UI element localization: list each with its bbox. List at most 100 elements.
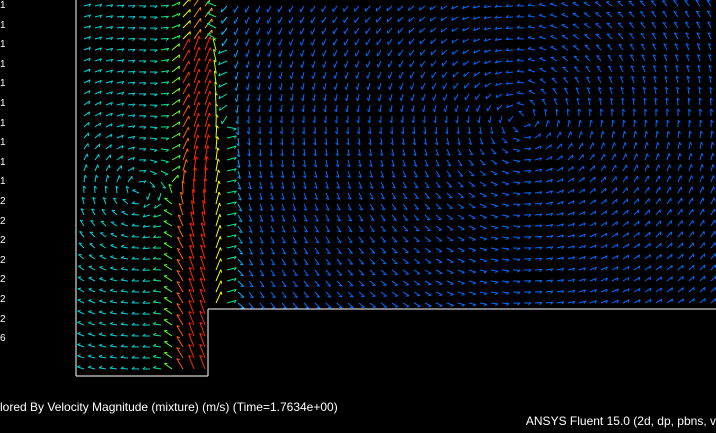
velocity-vector — [366, 60, 371, 68]
velocity-vector — [110, 323, 118, 326]
velocity-vector-head — [453, 97, 456, 101]
velocity-vector — [655, 175, 660, 183]
velocity-vector — [365, 27, 371, 35]
velocity-vector — [116, 175, 120, 183]
velocity-vector-head — [570, 131, 573, 135]
velocity-vector — [435, 280, 443, 285]
velocity-vector — [655, 142, 659, 150]
velocity-vector-head — [233, 31, 236, 35]
velocity-vector-head — [505, 172, 509, 175]
velocity-vector — [528, 80, 536, 84]
velocity-vector-head — [234, 98, 238, 102]
velocity-vector-head — [494, 184, 498, 187]
velocity-vector — [399, 71, 404, 79]
velocity-vector-head — [658, 175, 661, 179]
velocity-vector-head — [550, 144, 552, 148]
velocity-vector-head — [690, 153, 693, 157]
velocity-vector — [376, 16, 382, 23]
velocity-vector — [110, 345, 118, 348]
velocity-vector-head — [712, 164, 715, 168]
velocity-vector-head — [483, 271, 488, 274]
velocity-vector — [221, 27, 228, 35]
velocity-vector-head — [583, 1, 588, 4]
velocity-vector-head — [99, 288, 103, 291]
velocity-vector — [688, 175, 693, 183]
velocity-vector — [302, 93, 305, 101]
velocity-vector-head — [338, 274, 342, 276]
velocity-vector — [666, 153, 670, 161]
velocity-vector-head — [88, 265, 93, 268]
velocity-vector — [176, 237, 184, 249]
velocity-vector-head — [442, 85, 445, 90]
velocity-vector-head — [209, 36, 212, 40]
velocity-vector — [457, 291, 465, 295]
velocity-vector — [655, 197, 661, 205]
velocity-vector — [182, 104, 190, 117]
velocity-vector-head — [603, 153, 606, 158]
velocity-vector-head — [691, 186, 694, 190]
velocity-vector-head — [563, 77, 567, 79]
velocity-vector — [435, 236, 443, 242]
velocity-vector — [443, 82, 448, 90]
velocity-vector — [355, 49, 360, 57]
velocity-vector — [163, 231, 173, 238]
velocity-vector-head — [638, 243, 640, 247]
velocity-vector-head — [110, 266, 114, 269]
velocity-vector — [257, 60, 261, 68]
velocity-vector — [88, 355, 96, 359]
velocity-vector-head — [438, 261, 443, 264]
velocity-vector — [710, 253, 716, 260]
velocity-vector — [163, 220, 173, 227]
velocity-vector-head — [472, 249, 476, 252]
velocity-vector — [413, 225, 420, 232]
velocity-vector — [99, 345, 107, 348]
velocity-vector — [88, 254, 96, 260]
velocity-vector-head — [408, 7, 410, 11]
velocity-vector — [77, 355, 85, 359]
velocity-vector-head — [645, 130, 649, 135]
velocity-vector — [453, 71, 459, 78]
velocity-vector-head — [689, 141, 693, 146]
velocity-vector — [487, 104, 492, 112]
velocity-vector — [248, 104, 250, 113]
velocity-vector-head — [527, 24, 532, 28]
velocity-vector — [236, 93, 239, 102]
velocity-vector — [280, 93, 283, 101]
velocity-vector-head — [629, 22, 633, 24]
velocity-vector — [402, 236, 409, 243]
velocity-vector — [94, 175, 97, 183]
velocity-vector — [376, 38, 382, 46]
velocity-vector-head — [472, 239, 476, 241]
velocity-vector — [421, 71, 426, 79]
velocity-vector-head — [441, 40, 443, 44]
velocity-vector — [518, 110, 525, 117]
velocity-vector-head — [463, 73, 465, 77]
velocity-vector — [379, 93, 382, 101]
velocity-vector-head — [690, 164, 693, 168]
velocity-vector — [710, 142, 713, 150]
velocity-vector-head — [198, 101, 201, 106]
velocity-vector — [710, 164, 714, 172]
velocity-vector — [268, 38, 272, 46]
velocity-vector — [489, 115, 492, 123]
velocity-vector-head — [421, 108, 425, 113]
velocity-vector — [622, 142, 626, 150]
velocity-vector-head — [483, 206, 487, 209]
velocity-vector — [269, 93, 272, 102]
velocity-vector-head — [121, 222, 125, 225]
velocity-vector-head — [561, 155, 563, 159]
velocity-vector-head — [197, 112, 200, 117]
velocity-vector — [110, 256, 118, 260]
velocity-vector — [386, 16, 393, 23]
velocity-vector — [424, 247, 432, 253]
velocity-vector — [324, 82, 327, 90]
graphics-window[interactable]: 1 1 1 1 1 1 1 1 1 1 2 2 2 2 2 2 2 6 lored By Velocity Mag… — [0, 0, 716, 433]
velocity-vector — [539, 68, 547, 73]
velocity-vector-head — [713, 186, 716, 190]
velocity-vector — [322, 49, 327, 57]
velocity-vector-head — [245, 53, 248, 57]
velocity-vector — [99, 289, 107, 293]
velocity-vector — [149, 137, 158, 140]
velocity-vector-head — [219, 225, 222, 229]
velocity-vector-head — [483, 227, 487, 230]
